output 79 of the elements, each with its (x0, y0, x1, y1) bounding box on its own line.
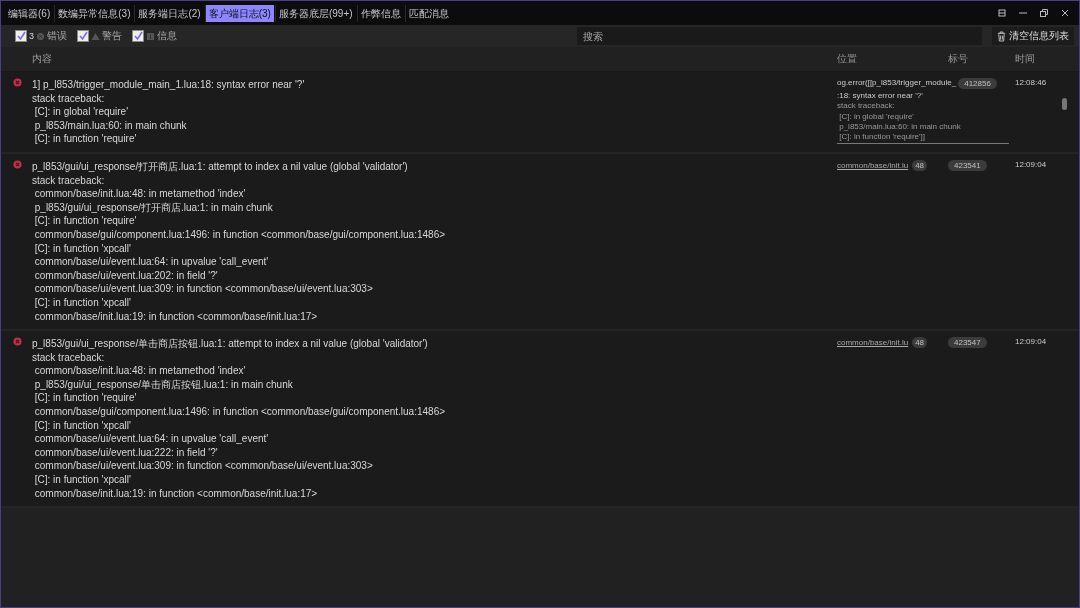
log-line: p_l853/gui/ui_response/单击商店按钮.lua:1: in main chunk (33, 377, 293, 392)
tab[interactable]: 客户端日志(3) (204, 4, 274, 22)
location-link[interactable]: common/base/init.lu (837, 338, 909, 348)
log-line: p_l853/gui/ui_response/单击商店按钮.lua:1: attempt to index a nil value (global 'validator') (32, 337, 428, 351)
log-entry[interactable] (1, 331, 1079, 509)
column-header: 时间 (1015, 52, 1035, 66)
checkbox[interactable] (15, 30, 27, 42)
restore-icon[interactable] (1039, 8, 1049, 18)
search-field[interactable]: 搜索 (577, 27, 982, 45)
location-text: :18: syntax error near '?' (837, 91, 923, 102)
log-line: stack traceback: (32, 350, 105, 365)
log-line: [C]: in global 'require' (33, 105, 129, 119)
error-count: 3 (29, 31, 34, 41)
log-entry[interactable] (1, 153, 1079, 332)
log-line: common/base/ui/event.lua:309: in function <common/base/ui/event.lua:303> (33, 282, 373, 296)
log-line: [C]: in function 'require' (33, 391, 137, 406)
log-line: common/base/init.lua:19: in function <common/base/init.lua:17> (33, 486, 318, 501)
dock-icon[interactable] (997, 8, 1007, 18)
log-line: [C]: in function 'xpcall' (33, 418, 131, 433)
log-line: common/base/gui/component.lua:1496: in function <common/base/gui/component.lua:1486> (33, 405, 446, 419)
time-text: 12:08:46 (1015, 78, 1047, 89)
log-line: stack traceback: (32, 173, 105, 188)
log-line: p_l853/gui/ui_response/打开商店.lua:1: attempt to index a nil value (global 'validator') (32, 159, 408, 174)
log-line: common/base/gui/component.lua:1496: in function <common/base/gui/component.lua:1486> (33, 227, 446, 242)
location-text: p_l853/main.lua:60: in main chunk (838, 121, 962, 133)
filter-label: 警告 (102, 29, 122, 43)
error-icon (13, 78, 22, 87)
line-badge: 48 (912, 159, 928, 171)
tab[interactable]: 作弊信息 (356, 4, 404, 22)
log-line: common/base/ui/event.lua:64: in upvalue 'call_event' (33, 432, 269, 446)
number-badge: 423541 (948, 159, 987, 171)
log-line: p_l853/main.lua:60: in main chunk (33, 118, 187, 133)
log-line: [C]: in function 'xpcall' (33, 241, 131, 256)
tab[interactable]: 数编异常信息(3) (54, 4, 134, 22)
tab[interactable]: 编辑器(6) (5, 4, 54, 22)
trash-icon (997, 30, 1006, 42)
log-line: common/base/ui/event.lua:64: in upvalue 'call_event' (33, 255, 269, 269)
error-icon (13, 337, 22, 347)
error-icon (36, 31, 45, 41)
location-text: og.error([[p_l853/trigger_module_ (837, 78, 957, 89)
column-header: 内容 (32, 52, 52, 66)
log-line: common/base/init.lua:19: in function <common/base/init.lua:17> (33, 309, 318, 324)
info-icon (146, 31, 155, 41)
checkbox[interactable] (132, 30, 144, 42)
clear-list-button[interactable]: 清空信息列表 (992, 27, 1074, 45)
log-line: common/base/ui/event.lua:309: in function <common/base/ui/event.lua:303> (33, 459, 373, 474)
tab[interactable]: 服务端日志(2) (134, 4, 204, 22)
location-link[interactable]: common/base/init.lu (837, 160, 909, 170)
tab[interactable]: 匹配消息 (404, 4, 452, 22)
time-text: 12:09:04 (1015, 337, 1047, 348)
log-line: common/base/ui/event.lua:202: in field '?' (33, 268, 218, 283)
close-icon[interactable] (1060, 8, 1070, 18)
log-line: common/base/init.lua:48: in metamethod 'index' (33, 187, 246, 201)
warning-icon (91, 31, 100, 41)
column-header: 标号 (948, 52, 968, 66)
column-header: 位置 (837, 52, 857, 66)
log-line: stack traceback: (32, 91, 105, 106)
checkbox[interactable] (77, 30, 89, 42)
log-line: [C]: in function 'require' (33, 132, 137, 146)
log-line: [C]: in function 'require' (33, 214, 137, 228)
log-line: common/base/init.lua:48: in metamethod 'index' (33, 364, 246, 378)
line-badge: 48 (912, 337, 928, 349)
location-text: [C]: in global 'require' (838, 111, 915, 122)
log-line: 1] p_l853/trigger_module_main_1.lua:18: syntax error near '?' (32, 78, 305, 92)
time-text: 12:09:04 (1015, 159, 1047, 171)
location-text: [C]: in function 'require']] (838, 132, 926, 143)
error-icon (13, 159, 22, 169)
log-line: [C]: in function 'xpcall' (33, 295, 131, 310)
log-line: p_l853/gui/ui_response/打开商店.lua:1: in main chunk (33, 200, 273, 215)
tab[interactable]: 服务器底层(99+) (274, 4, 356, 22)
number-badge: 423547 (948, 337, 987, 349)
log-entry[interactable] (1, 72, 1079, 154)
log-line: [C]: in function 'xpcall' (33, 473, 131, 487)
scrollbar-thumb[interactable] (1062, 98, 1067, 110)
log-line: common/base/ui/event.lua:222: in field '?' (33, 445, 218, 460)
filter-label: 信息 (157, 29, 177, 43)
location-text: stack traceback: (837, 101, 896, 112)
number-badge: 412856 (958, 78, 997, 89)
filter-label: 错误 (47, 29, 67, 43)
